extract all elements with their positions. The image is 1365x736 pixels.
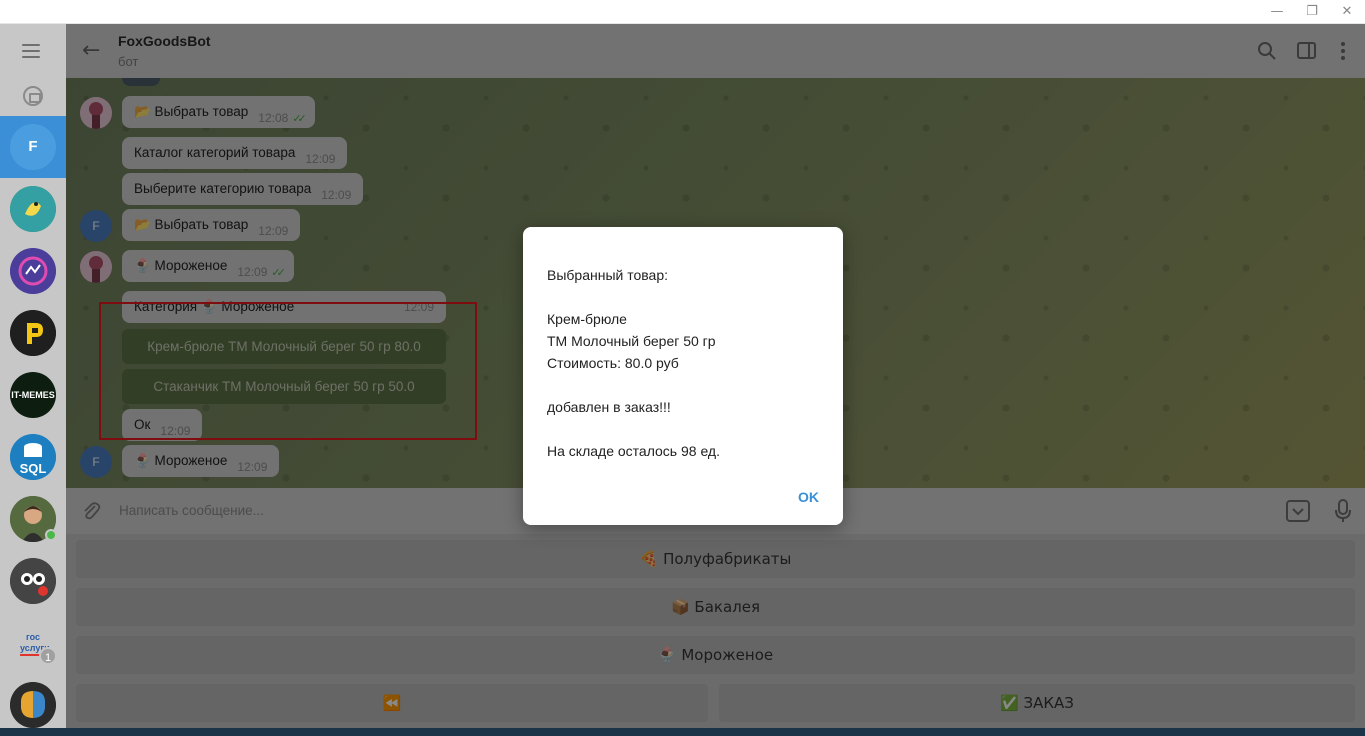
dialog-added-text: добавлен в заказ!!!: [547, 399, 671, 415]
unread-badge: 1: [39, 647, 57, 665]
chat-item-brain[interactable]: [0, 674, 66, 736]
chat-item-sql[interactable]: SQL: [0, 426, 66, 488]
os-taskbar: [0, 728, 1365, 736]
dialog-heading: Выбранный товар:: [547, 267, 669, 283]
avatar: [10, 558, 56, 604]
online-indicator: [45, 529, 57, 541]
dialog-item-price: Стоимость: 80.0 руб: [547, 355, 679, 371]
dialog-item-brand: ТМ Молочный берег 50 гр: [547, 333, 716, 349]
chat-item-gosuslugi[interactable]: гос услуги 1: [0, 612, 66, 674]
avatar: [10, 682, 56, 728]
window-titlebar: — ❐ ✕: [0, 0, 1365, 24]
chat-item-purple[interactable]: [0, 240, 66, 302]
chat-list-sidebar: F IT-MEMES SQL гос услуги 1: [0, 24, 66, 736]
chat-item-robot[interactable]: [0, 550, 66, 612]
dialog-stock-text: На складе осталось 98 ед.: [547, 443, 720, 459]
dialog-item-name: Крем-брюле: [547, 311, 627, 327]
chat-item-p[interactable]: [0, 302, 66, 364]
minimize-button[interactable]: —: [1262, 2, 1292, 22]
archive-icon[interactable]: [23, 86, 43, 106]
item-added-dialog: Выбранный товар: Крем-брюле ТМ Молочный …: [523, 227, 843, 525]
avatar: [10, 248, 56, 294]
avatar: [10, 310, 56, 356]
dialog-ok-button[interactable]: OK: [798, 489, 819, 505]
avatar: SQL: [10, 434, 56, 480]
chat-item-foxgoodsbot[interactable]: F: [0, 116, 66, 178]
restore-button[interactable]: ❐: [1297, 2, 1327, 22]
chat-item-it-memes[interactable]: IT-MEMES: [0, 364, 66, 426]
avatar: [10, 186, 56, 232]
chat-item-person[interactable]: [0, 488, 66, 550]
chat-item-python[interactable]: [0, 178, 66, 240]
close-button[interactable]: ✕: [1332, 2, 1362, 22]
avatar: IT-MEMES: [10, 372, 56, 418]
avatar: F: [10, 124, 56, 170]
hamburger-menu-icon[interactable]: [22, 44, 44, 60]
